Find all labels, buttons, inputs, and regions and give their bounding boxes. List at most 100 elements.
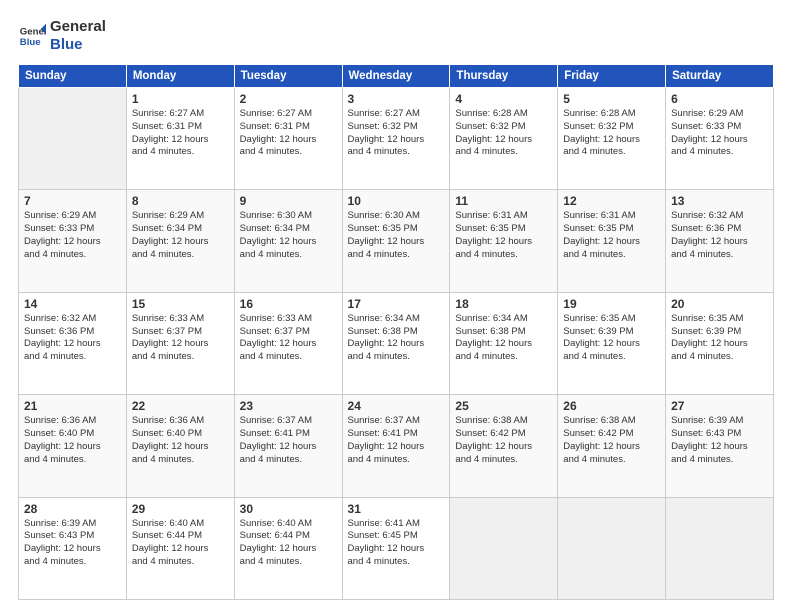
calendar-cell: 23 Sunrise: 6:37 AM Sunset: 6:41 PM Dayli… (234, 395, 342, 497)
day-number: 16 (240, 297, 337, 311)
calendar-cell: 19 Sunrise: 6:35 AM Sunset: 6:39 PM Dayli… (558, 292, 666, 394)
day-info: Sunrise: 6:36 AM Sunset: 6:40 PM Dayligh… (24, 415, 121, 466)
day-info: Sunrise: 6:29 AM Sunset: 6:33 PM Dayligh… (671, 108, 768, 159)
day-number: 4 (455, 92, 552, 106)
calendar-cell: 21 Sunrise: 6:36 AM Sunset: 6:40 PM Dayli… (19, 395, 127, 497)
day-info: Sunrise: 6:29 AM Sunset: 6:34 PM Dayligh… (132, 210, 229, 261)
day-number: 31 (348, 502, 445, 516)
calendar-cell: 22 Sunrise: 6:36 AM Sunset: 6:40 PM Dayli… (126, 395, 234, 497)
calendar-cell: 17 Sunrise: 6:34 AM Sunset: 6:38 PM Dayli… (342, 292, 450, 394)
calendar-cell: 2 Sunrise: 6:27 AM Sunset: 6:31 PM Daylig… (234, 88, 342, 190)
day-number: 14 (24, 297, 121, 311)
calendar-cell: 5 Sunrise: 6:28 AM Sunset: 6:32 PM Daylig… (558, 88, 666, 190)
calendar-cell (450, 497, 558, 599)
day-number: 11 (455, 194, 552, 208)
calendar-cell: 7 Sunrise: 6:29 AM Sunset: 6:33 PM Daylig… (19, 190, 127, 292)
day-number: 7 (24, 194, 121, 208)
calendar-cell: 13 Sunrise: 6:32 AM Sunset: 6:36 PM Dayli… (666, 190, 774, 292)
svg-text:Blue: Blue (20, 37, 41, 48)
day-number: 26 (563, 399, 660, 413)
calendar-week-row: 1 Sunrise: 6:27 AM Sunset: 6:31 PM Daylig… (19, 88, 774, 190)
logo: General Blue GeneralBlue (18, 18, 106, 54)
calendar-cell (19, 88, 127, 190)
day-number: 19 (563, 297, 660, 311)
day-number: 2 (240, 92, 337, 106)
day-number: 28 (24, 502, 121, 516)
day-info: Sunrise: 6:29 AM Sunset: 6:33 PM Dayligh… (24, 210, 121, 261)
day-info: Sunrise: 6:33 AM Sunset: 6:37 PM Dayligh… (240, 313, 337, 364)
day-info: Sunrise: 6:32 AM Sunset: 6:36 PM Dayligh… (24, 313, 121, 364)
calendar-cell: 8 Sunrise: 6:29 AM Sunset: 6:34 PM Daylig… (126, 190, 234, 292)
day-number: 21 (24, 399, 121, 413)
calendar-cell: 28 Sunrise: 6:39 AM Sunset: 6:43 PM Dayli… (19, 497, 127, 599)
day-info: Sunrise: 6:28 AM Sunset: 6:32 PM Dayligh… (455, 108, 552, 159)
calendar-cell: 10Sunrise: 6:30 AM Sunset: 6:35 PM Dayli… (342, 190, 450, 292)
calendar-week-row: 14 Sunrise: 6:32 AM Sunset: 6:36 PM Dayli… (19, 292, 774, 394)
day-number: 15 (132, 297, 229, 311)
calendar-week-row: 28 Sunrise: 6:39 AM Sunset: 6:43 PM Dayli… (19, 497, 774, 599)
logo-icon: General Blue (18, 22, 46, 50)
calendar-cell: 9 Sunrise: 6:30 AM Sunset: 6:34 PM Daylig… (234, 190, 342, 292)
calendar-cell: 12Sunrise: 6:31 AM Sunset: 6:35 PM Dayli… (558, 190, 666, 292)
day-number: 3 (348, 92, 445, 106)
header-day-friday: Friday (558, 65, 666, 88)
day-info: Sunrise: 6:33 AM Sunset: 6:37 PM Dayligh… (132, 313, 229, 364)
calendar-cell: 31Sunrise: 6:41 AM Sunset: 6:45 PM Dayli… (342, 497, 450, 599)
day-info: Sunrise: 6:39 AM Sunset: 6:43 PM Dayligh… (671, 415, 768, 466)
calendar-cell: 6 Sunrise: 6:29 AM Sunset: 6:33 PM Daylig… (666, 88, 774, 190)
day-number: 29 (132, 502, 229, 516)
calendar-cell: 26Sunrise: 6:38 AM Sunset: 6:42 PM Dayli… (558, 395, 666, 497)
calendar-cell: 29 Sunrise: 6:40 AM Sunset: 6:44 PM Dayli… (126, 497, 234, 599)
day-info: Sunrise: 6:40 AM Sunset: 6:44 PM Dayligh… (240, 518, 337, 569)
calendar-cell: 16 Sunrise: 6:33 AM Sunset: 6:37 PM Dayli… (234, 292, 342, 394)
day-number: 1 (132, 92, 229, 106)
day-info: Sunrise: 6:32 AM Sunset: 6:36 PM Dayligh… (671, 210, 768, 261)
day-info: Sunrise: 6:27 AM Sunset: 6:31 PM Dayligh… (240, 108, 337, 159)
day-info: Sunrise: 6:27 AM Sunset: 6:31 PM Dayligh… (132, 108, 229, 159)
calendar-cell: 3 Sunrise: 6:27 AM Sunset: 6:32 PM Daylig… (342, 88, 450, 190)
calendar-cell: 14 Sunrise: 6:32 AM Sunset: 6:36 PM Dayli… (19, 292, 127, 394)
calendar-cell (666, 497, 774, 599)
calendar-cell: 30Sunrise: 6:40 AM Sunset: 6:44 PM Dayli… (234, 497, 342, 599)
header: General Blue GeneralBlue (18, 18, 774, 54)
day-number: 5 (563, 92, 660, 106)
day-info: Sunrise: 6:31 AM Sunset: 6:35 PM Dayligh… (455, 210, 552, 261)
header-day-monday: Monday (126, 65, 234, 88)
day-number: 23 (240, 399, 337, 413)
calendar-cell: 20Sunrise: 6:35 AM Sunset: 6:39 PM Dayli… (666, 292, 774, 394)
day-info: Sunrise: 6:28 AM Sunset: 6:32 PM Dayligh… (563, 108, 660, 159)
day-info: Sunrise: 6:34 AM Sunset: 6:38 PM Dayligh… (348, 313, 445, 364)
day-info: Sunrise: 6:37 AM Sunset: 6:41 PM Dayligh… (240, 415, 337, 466)
day-info: Sunrise: 6:35 AM Sunset: 6:39 PM Dayligh… (563, 313, 660, 364)
calendar-cell: 1 Sunrise: 6:27 AM Sunset: 6:31 PM Daylig… (126, 88, 234, 190)
calendar-cell: 4 Sunrise: 6:28 AM Sunset: 6:32 PM Daylig… (450, 88, 558, 190)
day-number: 25 (455, 399, 552, 413)
calendar-week-row: 21 Sunrise: 6:36 AM Sunset: 6:40 PM Dayli… (19, 395, 774, 497)
calendar-cell (558, 497, 666, 599)
day-info: Sunrise: 6:37 AM Sunset: 6:41 PM Dayligh… (348, 415, 445, 466)
day-info: Sunrise: 6:40 AM Sunset: 6:44 PM Dayligh… (132, 518, 229, 569)
day-number: 9 (240, 194, 337, 208)
day-number: 6 (671, 92, 768, 106)
day-info: Sunrise: 6:30 AM Sunset: 6:34 PM Dayligh… (240, 210, 337, 261)
calendar-cell: 15 Sunrise: 6:33 AM Sunset: 6:37 PM Dayli… (126, 292, 234, 394)
day-info: Sunrise: 6:30 AM Sunset: 6:35 PM Dayligh… (348, 210, 445, 261)
day-number: 13 (671, 194, 768, 208)
day-number: 18 (455, 297, 552, 311)
page: General Blue GeneralBlue SundayMondayTue… (0, 0, 792, 612)
day-number: 8 (132, 194, 229, 208)
calendar-header-row: SundayMondayTuesdayWednesdayThursdayFrid… (19, 65, 774, 88)
calendar-cell: 18Sunrise: 6:34 AM Sunset: 6:38 PM Dayli… (450, 292, 558, 394)
day-info: Sunrise: 6:39 AM Sunset: 6:43 PM Dayligh… (24, 518, 121, 569)
day-info: Sunrise: 6:36 AM Sunset: 6:40 PM Dayligh… (132, 415, 229, 466)
calendar-week-row: 7 Sunrise: 6:29 AM Sunset: 6:33 PM Daylig… (19, 190, 774, 292)
header-day-saturday: Saturday (666, 65, 774, 88)
day-number: 12 (563, 194, 660, 208)
header-day-thursday: Thursday (450, 65, 558, 88)
day-number: 22 (132, 399, 229, 413)
day-number: 17 (348, 297, 445, 311)
header-day-wednesday: Wednesday (342, 65, 450, 88)
day-info: Sunrise: 6:27 AM Sunset: 6:32 PM Dayligh… (348, 108, 445, 159)
header-day-sunday: Sunday (19, 65, 127, 88)
header-day-tuesday: Tuesday (234, 65, 342, 88)
